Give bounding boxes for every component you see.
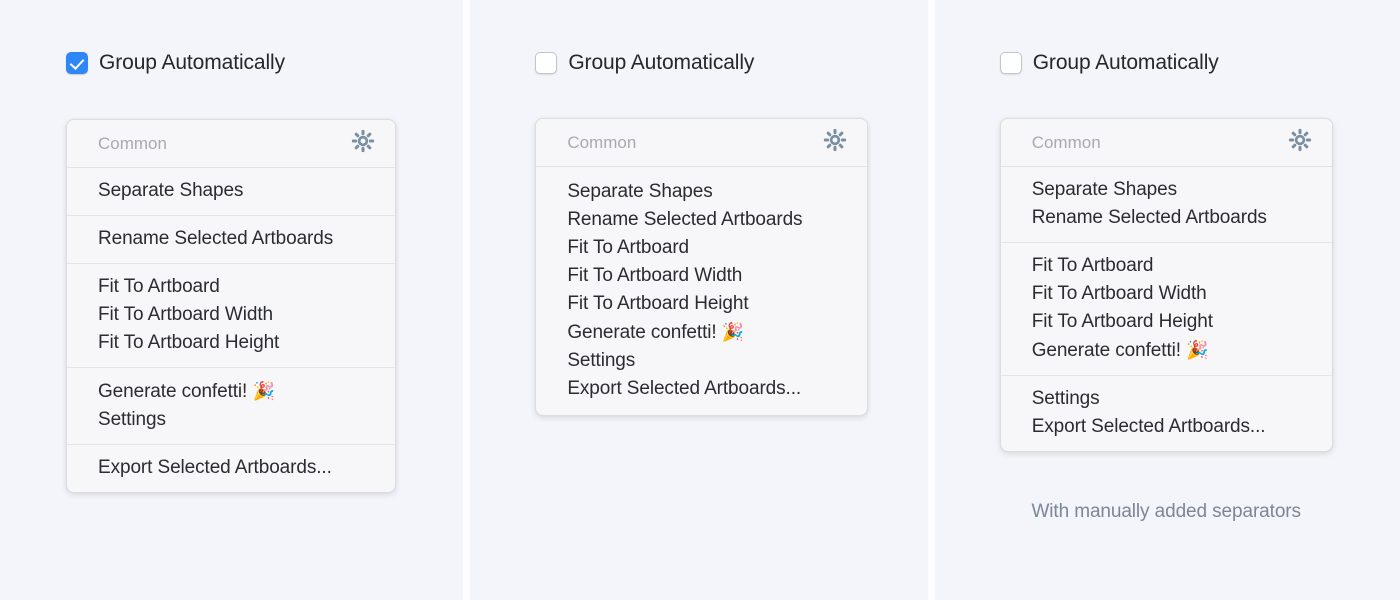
menu-group: Export Selected Artboards... (67, 444, 395, 492)
gear-icon[interactable] (1288, 128, 1312, 157)
menu-item[interactable]: Fit To Artboard (536, 234, 867, 262)
menu-item[interactable]: Fit To Artboard Height (536, 290, 867, 318)
command-list-card: Common Separate Shapes Rename Selected Art… (999, 118, 1333, 452)
menu-item-label: Fit To Artboard Width (1031, 283, 1207, 304)
menu-item[interactable]: Fit To Artboard Height (67, 329, 395, 357)
menu-item[interactable]: Fit To Artboard Width (536, 262, 867, 290)
menu-item-label: Separate Shapes (567, 181, 713, 202)
menu-item[interactable]: Fit To Artboard Width (67, 301, 395, 329)
menu-item[interactable]: Export Selected Artboards... (536, 375, 867, 403)
menu-item-label: Export Selected Artboards... (567, 378, 802, 399)
menu-group: Settings Export Selected Artboards... (1000, 375, 1332, 451)
menu-item-label: Fit To Artboard (98, 276, 220, 297)
menu-item-label: Separate Shapes (1031, 179, 1178, 200)
menu-item[interactable]: Generate confetti! 🎉 (1001, 336, 1332, 365)
menu-item[interactable]: Separate Shapes (536, 178, 867, 206)
group-automatically-label: Group Automatically (1032, 51, 1219, 74)
party-popper-icon: 🎉 (1186, 340, 1209, 360)
menu-group: Separate Shapes Rename Selected Artboards (1001, 167, 1332, 242)
command-list-card: Common Separate Shapes Rename Selected Art… (535, 118, 869, 416)
menu-item-label: Fit To Artboard Height (567, 293, 749, 314)
group-automatically-row[interactable]: Group Automatically (470, 50, 927, 76)
menu-group: Rename Selected Artboards (67, 215, 395, 263)
menu-item[interactable]: Separate Shapes (1001, 176, 1332, 204)
party-popper-icon: 🎉 (252, 381, 275, 401)
menu-item[interactable]: Export Selected Artboards... (67, 454, 395, 482)
card-header: Common (67, 120, 395, 168)
comparison-stage: Group Automatically Common Separate Shapes… (0, 0, 1400, 600)
checkbox-checked-icon[interactable] (66, 52, 88, 74)
menu-item-label: Fit To Artboard Height (98, 332, 280, 353)
menu-item-label: Fit To Artboard (567, 237, 690, 258)
checkbox-unchecked-icon[interactable] (999, 52, 1022, 74)
panel-auto-grouped: Group Automatically Common Separate Shapes… (0, 0, 464, 600)
panel-no-separators: Group Automatically Common Separate Shapes… (470, 0, 928, 600)
menu-item[interactable]: Fit To Artboard Height (1001, 308, 1332, 336)
menu-item-label: Generate confetti! (98, 381, 248, 402)
menu-item-label: Export Selected Artboards... (98, 457, 332, 478)
menu-item[interactable]: Settings (536, 347, 867, 375)
menu-item[interactable]: Settings (67, 406, 395, 434)
gear-icon[interactable] (351, 129, 375, 158)
menu-item[interactable]: Export Selected Artboards... (1001, 413, 1332, 441)
gear-icon[interactable] (823, 128, 847, 157)
menu-item[interactable]: Fit To Artboard Width (1001, 280, 1332, 308)
panel-manual-separators: Group Automatically Common Separate Shapes… (934, 0, 1400, 600)
menu-item-label: Fit To Artboard Width (567, 265, 743, 286)
menu-item[interactable]: Fit To Artboard (67, 273, 395, 301)
menu-item-label: Export Selected Artboards... (1031, 416, 1266, 437)
menu-group: Fit To Artboard Fit To Artboard Width Fit … (67, 263, 395, 367)
menu-item[interactable]: Generate confetti! 🎉 (67, 377, 395, 406)
card-header-title: Common (567, 132, 637, 152)
menu-group: Generate confetti! 🎉 Settings (67, 367, 395, 444)
menu-item[interactable]: Rename Selected Artboards (536, 206, 867, 234)
group-automatically-row[interactable]: Group Automatically (935, 50, 1400, 76)
menu-item[interactable]: Settings (1001, 385, 1332, 413)
menu-item-label: Rename Selected Artboards (1031, 207, 1267, 228)
menu-item-label: Settings (567, 350, 636, 371)
menu-item-label: Separate Shapes (98, 180, 244, 201)
menu-group: Separate Shapes Rename Selected Artboards… (536, 167, 867, 415)
menu-item-label: Rename Selected Artboards (567, 209, 803, 230)
group-automatically-row[interactable]: Group Automatically (0, 50, 463, 76)
card-header: Common (1000, 119, 1332, 167)
menu-item[interactable]: Fit To Artboard (1001, 252, 1332, 280)
party-popper-icon: 🎉 (721, 322, 745, 342)
menu-item-label: Fit To Artboard Height (1031, 311, 1213, 332)
panel-divider-1 (463, 0, 471, 600)
card-header: Common (536, 119, 868, 167)
panel-divider-2 (927, 0, 935, 600)
group-automatically-label: Group Automatically (568, 51, 755, 74)
menu-item-label: Generate confetti! (1031, 340, 1181, 361)
card-header-title: Common (98, 133, 167, 153)
menu-item[interactable]: Separate Shapes (67, 177, 395, 205)
menu-item-label: Fit To Artboard Width (98, 304, 273, 325)
menu-item[interactable]: Rename Selected Artboards (67, 225, 395, 253)
menu-item-label: Generate confetti! (567, 322, 717, 343)
menu-group: Separate Shapes (67, 168, 395, 215)
checkbox-unchecked-icon[interactable] (535, 52, 558, 74)
menu-item[interactable]: Rename Selected Artboards (1001, 204, 1332, 232)
menu-group: Fit To Artboard Fit To Artboard Width Fit … (1000, 242, 1332, 375)
menu-item-label: Settings (98, 409, 166, 430)
card-header-title: Common (1031, 132, 1101, 152)
menu-item[interactable]: Generate confetti! 🎉 (536, 318, 867, 347)
command-list-card: Common Separate Shapes Rename Selected Art… (66, 119, 396, 493)
menu-item-label: Rename Selected Artboards (98, 228, 334, 249)
panel-caption: With manually added separators (1031, 501, 1301, 522)
menu-item-label: Fit To Artboard (1031, 255, 1154, 276)
menu-item-label: Settings (1031, 388, 1100, 409)
group-automatically-label: Group Automatically (99, 51, 286, 74)
